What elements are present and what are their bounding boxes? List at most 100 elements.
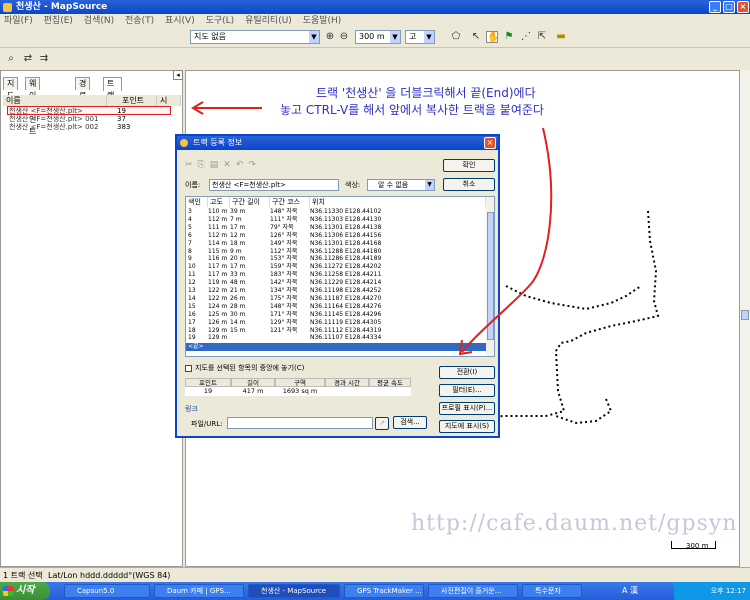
menu-tools[interactable]: 도구(L) xyxy=(202,16,239,26)
point-row[interactable]: 8 115 m9 m 112° 자북 N36.11288 E128.44180 xyxy=(186,248,486,256)
menu-transfer[interactable]: 전송(T) xyxy=(121,16,158,26)
column-name-header[interactable]: 이름 xyxy=(3,95,107,106)
point-row[interactable]: 3 110 m 39 m 148° 자북 N36.11330 E128.44102 xyxy=(186,208,486,216)
task-photo-editor[interactable]: 사진편집이 즐거운... xyxy=(428,584,518,598)
tab-routes[interactable]: 경로 xyxy=(75,77,91,100)
menu-file[interactable]: 파일(F) xyxy=(0,16,37,26)
cut-icon[interactable]: ✂ xyxy=(185,160,198,170)
track-name[interactable]: 천생산 <F=천생산.plt> 002 xyxy=(9,123,98,131)
tab-tracks[interactable]: 트랙(3) xyxy=(103,77,123,112)
stat-elapsed-header: 경과 시간 xyxy=(325,378,369,387)
zoom-tool-icon[interactable]: ⬠ xyxy=(450,31,462,43)
detail-select[interactable]: 고 ▼ xyxy=(405,30,435,44)
stat-length-value: 417 m xyxy=(231,387,275,396)
column-points-header[interactable]: 포인트 xyxy=(107,95,157,106)
zoom-out-icon[interactable]: ⊖ xyxy=(338,31,350,43)
task-special-chars[interactable]: 특수문자 xyxy=(522,584,582,598)
point-row[interactable]: 9 116 m 20 m 153° 자북 N36.11286 E128.44189 xyxy=(186,255,486,263)
point-row[interactable]: 4 112 m7 m 111° 자북 N36.11303 E128.44130 xyxy=(186,216,486,224)
col-index[interactable]: 색인 xyxy=(186,197,208,207)
invert-button[interactable]: 전환(I) xyxy=(439,366,495,379)
menu-edit[interactable]: 편집(E) xyxy=(40,16,77,26)
route-tool-icon[interactable]: ⋰ xyxy=(520,31,532,43)
file-url-input[interactable] xyxy=(227,417,373,429)
show-on-map-button[interactable]: 지도에 표시(S) xyxy=(439,420,495,433)
point-row[interactable]: 7 114 m 18 m 149° 자북 N36.11301 E128.44168 xyxy=(186,240,486,248)
tab-waypoints[interactable]: 웨이포인트 xyxy=(25,77,41,136)
cancel-button[interactable]: 취소 xyxy=(443,178,495,191)
col-altitude[interactable]: 고도 xyxy=(208,197,230,207)
end-row[interactable]: <끝> xyxy=(186,343,486,351)
tab-maps[interactable]: 지도 xyxy=(3,77,19,100)
redo-icon[interactable]: ↷ xyxy=(248,160,261,170)
zoom-level-select[interactable]: 300 m ▼ xyxy=(355,30,401,44)
point-row[interactable]: 13 122 m 21 m 134° 자북 N36.11198 E128.44252 xyxy=(186,287,486,295)
point-cell: 33 m xyxy=(230,271,246,279)
menu-help[interactable]: 도움말(H) xyxy=(299,16,346,26)
column-extra-header[interactable]: 시 xyxy=(157,95,181,106)
col-leg-course[interactable]: 구간 코스 xyxy=(270,197,310,207)
browse-button[interactable]: 검색... xyxy=(393,416,427,429)
collapse-panel-icon[interactable]: ◂ xyxy=(173,70,183,80)
point-row[interactable]: 17 126 m 14 m 129° 자북 N36.11119 E128.44305 xyxy=(186,319,486,327)
ok-button[interactable]: 확인 xyxy=(443,159,495,172)
zoom-in-icon[interactable]: ⊕ xyxy=(324,31,336,43)
track-name-input[interactable]: 천생산 <F=천생산.plt> xyxy=(209,179,339,191)
scroll-thumb[interactable] xyxy=(741,310,749,320)
map-product-select[interactable]: 지도 없음 ▼ xyxy=(190,30,320,44)
delete-icon[interactable]: ✕ xyxy=(223,160,236,170)
menu-find[interactable]: 검색(N) xyxy=(80,16,118,26)
waypoint-tool-icon[interactable]: ⚑ xyxy=(503,31,515,43)
menu-view[interactable]: 표시(V) xyxy=(161,16,199,26)
copy-icon[interactable]: ⎘ xyxy=(198,160,210,170)
point-row[interactable]: 10 117 m 17 m 159° 자북 N36.11272 E128.44202 xyxy=(186,263,486,271)
measure-tool-icon[interactable]: ▬ xyxy=(555,31,567,43)
receive-icon[interactable]: ⇄ xyxy=(22,53,34,65)
center-map-checkbox[interactable] xyxy=(185,365,192,372)
show-profile-button[interactable]: 프로필 표시(P)... xyxy=(439,402,495,415)
point-row[interactable]: 15 124 m 28 m 148° 자북 N36.11164 E128.44276 xyxy=(186,303,486,311)
point-row[interactable]: 11 117 m 33 m 183° 자북 N36.11258 E128.44211 xyxy=(186,271,486,279)
point-row[interactable]: 14 122 m 26 m 175° 자북 N36.11187 E128.44270 xyxy=(186,295,486,303)
point-cell: N36.11301 E128.44168 xyxy=(310,239,382,247)
point-cell: 10 xyxy=(188,263,196,271)
filter-button[interactable]: 필터(E)... xyxy=(439,384,495,397)
pointer-tool-icon[interactable]: ⇱ xyxy=(536,31,548,43)
track-name[interactable]: 천생산 <F=천생산.plt> xyxy=(9,107,83,115)
task-capsun[interactable]: Capsun5.0 xyxy=(64,584,150,598)
col-position[interactable]: 위치 xyxy=(310,197,486,207)
col-leg-length[interactable]: 구간 길이 xyxy=(230,197,270,207)
undo-icon[interactable]: ↶ xyxy=(236,160,249,170)
start-button[interactable]: 시작 xyxy=(0,582,50,600)
annotation-line-2: 놓고 CTRL-V를 해서 앞에서 복사한 트랙을 붙여준다 xyxy=(280,103,544,117)
task-mapsource[interactable]: 천생산 - MapSource xyxy=(248,584,340,598)
minimize-button[interactable]: _ xyxy=(709,1,721,13)
maximize-button[interactable]: □ xyxy=(723,1,735,13)
track-points-table[interactable]: 색인 고도 구간 길이 구간 코스 위치 3 110 m 39 m 148° 자북 N3… xyxy=(185,196,495,357)
table-scrollbar[interactable] xyxy=(486,197,494,356)
point-row[interactable]: 6 112 m 12 m 126° 자북 N36.11306 E128.44156 xyxy=(186,232,486,240)
clock[interactable]: 오후 12:17 xyxy=(711,587,746,595)
menu-utilities[interactable]: 유틸리티(U) xyxy=(241,16,296,26)
paste-icon[interactable]: ▤ xyxy=(210,160,224,170)
point-row[interactable]: 16 125 m 30 m 171° 자북 N36.11145 E128.44296 xyxy=(186,311,486,319)
task-gps-trackmaker[interactable]: GPS TrackMaker ... xyxy=(344,584,424,598)
chevron-down-icon: ▼ xyxy=(425,180,434,190)
send-icon[interactable]: ⇉ xyxy=(38,53,50,65)
color-select[interactable]: 알 수 없음 ▼ xyxy=(367,179,435,191)
dialog-close-button[interactable]: × xyxy=(484,137,496,149)
point-row[interactable]: 5 111 m 17 m 79° 자북 N36.11301 E128.44138 xyxy=(186,224,486,232)
ime-indicator[interactable]: A 漢 xyxy=(622,585,638,596)
track-name[interactable]: 천생산 <F=천생산.plt> 001 xyxy=(9,115,98,123)
close-button[interactable]: × xyxy=(737,1,749,13)
table-scroll-thumb[interactable] xyxy=(487,212,494,340)
hand-tool-icon[interactable]: ✋ xyxy=(486,31,499,43)
point-row[interactable]: 18 129 m 15 m 121° 자북 N36.11112 E128.44319 xyxy=(186,327,486,335)
map-vertical-scrollbar[interactable] xyxy=(740,70,750,567)
select-tool-icon[interactable]: ↖ xyxy=(470,31,482,43)
open-link-icon[interactable]: ↗ xyxy=(375,417,389,430)
binoculars-icon[interactable]: ⌕ xyxy=(5,53,17,65)
task-daum-cafe[interactable]: Daum 카페 | GPS... xyxy=(154,584,244,598)
point-row[interactable]: 12 119 m 48 m 142° 자북 N36.11229 E128.44214 xyxy=(186,279,486,287)
point-row[interactable]: 19 129 m N36.11107 E128.44334 xyxy=(186,334,486,342)
